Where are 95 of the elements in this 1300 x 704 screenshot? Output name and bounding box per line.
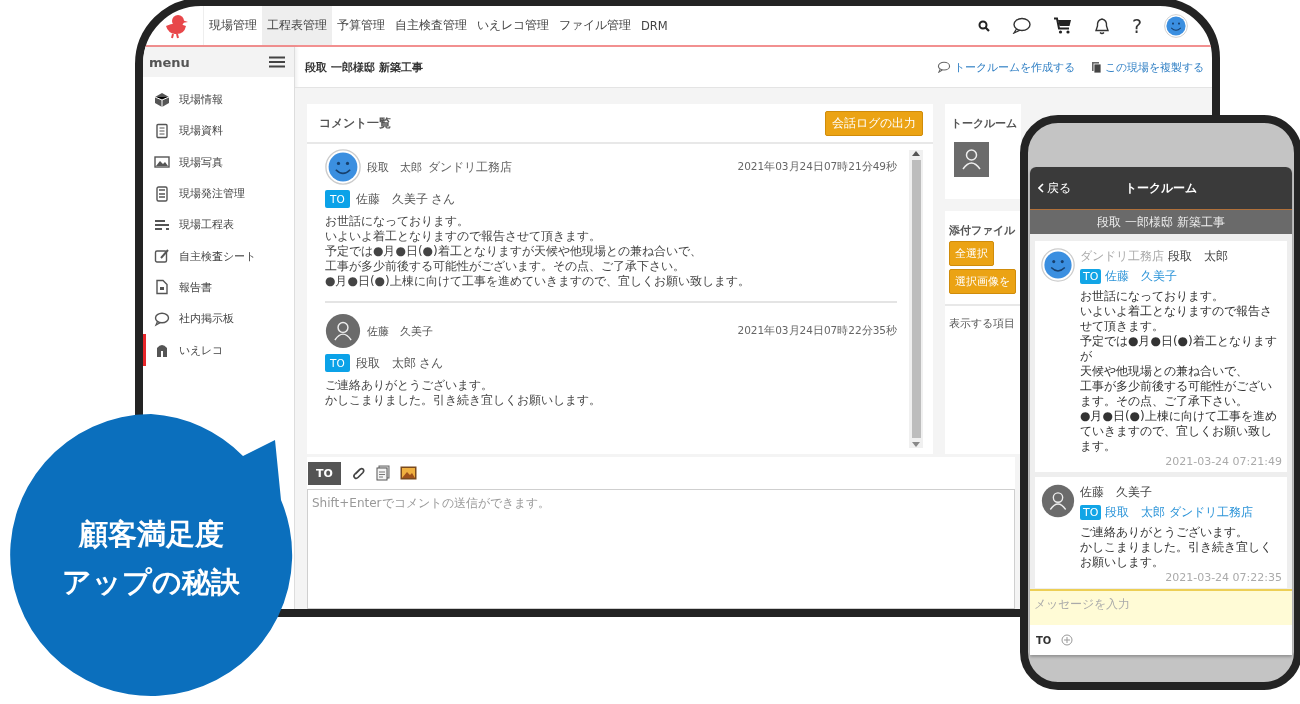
user-avatar	[1041, 484, 1075, 518]
message-line: かしこまりました。引き続き宜しくお願いします。	[1080, 540, 1273, 570]
page-title: 段取 一郎様邸 新築工事	[305, 59, 423, 75]
sidebar-item[interactable]: 現場写真	[143, 146, 294, 178]
profile-avatar	[1164, 13, 1188, 38]
nav-tab[interactable]: いえレコ管理	[472, 6, 554, 45]
search-icon[interactable]	[977, 19, 990, 32]
screen-title: トークルーム	[1125, 180, 1197, 195]
sidebar-item[interactable]: 社内掲示板	[143, 303, 294, 335]
nav-tab[interactable]: 現場管理	[204, 6, 262, 45]
user-avatar	[325, 313, 361, 349]
message-line: ご連絡ありがとうございます。	[1080, 525, 1249, 540]
sidebar-item[interactable]: 現場発注管理	[143, 177, 294, 210]
message-time: 2021-03-24 07:22:35	[1164, 571, 1282, 584]
recipient-name: 段取 太郎 さん	[355, 355, 444, 371]
comment-line: ●月●日(●)上棟に向けて工事を進めていきますので、宜しくお願い致します。	[325, 274, 751, 289]
copy-icon	[1091, 60, 1102, 74]
message-line: 工事が多少前後する可能性がございます。その点、ご了承下さい。	[1080, 379, 1273, 409]
author-name: 佐藤 久美子	[1080, 484, 1152, 501]
card-title: コメント一覧	[319, 115, 391, 131]
sidebar-item[interactable]: 現場資料	[143, 115, 294, 147]
comment-line: 予定では●月●日(●)着工となりますが天候や他現場との兼ね合いで、	[325, 244, 703, 259]
help-icon[interactable]: ?	[1131, 14, 1142, 37]
callout-text: 顧客満足度	[78, 516, 224, 553]
recipient-name: 段取 太郎	[1105, 504, 1166, 521]
back-link[interactable]: 戻る	[1030, 179, 1071, 197]
display-items-label: 表示する項目	[948, 316, 1016, 332]
comment-line: ご連絡ありがとうございます。	[325, 378, 494, 393]
calculator-icon	[154, 185, 170, 202]
speech-bubble-icon	[154, 310, 170, 327]
recipient-name: 佐藤 久美子	[1105, 268, 1178, 285]
bell-icon[interactable]	[1093, 16, 1110, 35]
callout-text: アップの秘訣	[62, 564, 240, 601]
comment-line: かしこまりました。引き続き宜しくお願いします。	[325, 393, 602, 408]
message-line: お世話になっております。	[1080, 289, 1225, 304]
comment-field[interactable]: Shift+Enterでコメントの送信ができます。	[307, 489, 1015, 609]
image-icon	[154, 154, 170, 171]
company-name: ダンドリ工務店	[1080, 248, 1164, 265]
nav-tab[interactable]: 自主検査管理	[390, 6, 472, 45]
comment-line: 工事が多少前後する可能性がございます。その点、ご了承下さい。	[325, 259, 686, 274]
document-icon	[154, 122, 170, 139]
house-icon	[154, 342, 170, 358]
menu-icon[interactable]	[269, 56, 285, 68]
paperclip-icon[interactable]	[350, 465, 366, 481]
message-line: いよいよ着工となりますので報告させて頂きます。	[1080, 304, 1273, 334]
sidebar-item[interactable]: 現場情報	[143, 84, 294, 116]
cart-icon[interactable]	[1052, 17, 1072, 34]
author-name: 佐藤 久美子	[367, 323, 433, 339]
author-name: 段取 太郎	[367, 159, 422, 175]
card-title: 添付ファイル	[949, 222, 1016, 239]
duplicate-link[interactable]: この現場を複製する	[1091, 59, 1204, 75]
cube-icon	[154, 91, 170, 108]
speech-bubble-icon	[937, 61, 951, 73]
nav-tab[interactable]: ファイル管理	[554, 6, 636, 45]
comment-date: 2021年03月24日07時21分49秒	[737, 160, 897, 174]
chevron-left-icon	[1038, 183, 1044, 193]
to-button[interactable]: TO	[1036, 634, 1052, 646]
image-icon[interactable]	[399, 466, 417, 480]
message-time: 2021-03-24 07:21:49	[1164, 455, 1282, 468]
company-name: ダンドリ工務店	[1169, 504, 1254, 521]
message-line: 予定では●月●日(●)着工となりますが	[1080, 334, 1278, 364]
sidebar-item[interactable]: 報告書	[143, 271, 294, 304]
company-name: ダンドリ工務店	[428, 158, 512, 176]
comment-date: 2021年03月24日07時22分35秒	[737, 324, 897, 338]
nav-tab[interactable]: DRM	[636, 6, 673, 45]
sidebar-item[interactable]: 現場工程表	[143, 209, 294, 241]
arrow-down-icon	[912, 442, 920, 448]
message-line: ●月●日(●)上棟に向けて工事を進めていきますので、宜しくお願い致します。	[1080, 409, 1278, 454]
document-icon[interactable]	[375, 465, 390, 481]
smiley-avatar	[1041, 248, 1075, 282]
document-icon	[154, 279, 170, 296]
to-badge: TO	[1080, 505, 1102, 520]
message-line: 天候や他現場との兼ね合いで、	[1080, 364, 1249, 379]
edit-icon	[154, 248, 170, 265]
bird-logo	[163, 12, 189, 39]
to-badge: TO	[325, 354, 350, 372]
nav-tab[interactable]: 工程表管理	[262, 6, 332, 45]
card-title: トークルーム	[951, 115, 1015, 132]
smiley-avatar	[325, 149, 361, 185]
to-button[interactable]: TO	[308, 461, 341, 485]
arrow-up-icon	[912, 150, 920, 156]
project-title: 段取 一郎様邸 新築工事	[1097, 213, 1225, 231]
recipient-name: 佐藤 久美子 さん	[355, 191, 456, 207]
to-badge: TO	[1080, 269, 1102, 284]
chat-icon[interactable]	[1011, 17, 1031, 34]
to-badge: TO	[325, 190, 350, 208]
nav-tab[interactable]: 予算管理	[332, 6, 390, 45]
sidebar-item[interactable]: 自主検査シート	[143, 240, 294, 272]
author-name: 段取 太郎	[1168, 248, 1228, 265]
user-avatar	[954, 142, 989, 177]
create-talkroom-link[interactable]: トークルームを作成する	[937, 59, 1075, 75]
comment-line: いよいよ着工となりますので報告させて頂きます。	[325, 229, 602, 244]
comment-line: お世話になっております。	[325, 214, 470, 229]
scrollbar[interactable]	[909, 150, 923, 448]
menu-title: menu	[149, 54, 190, 70]
